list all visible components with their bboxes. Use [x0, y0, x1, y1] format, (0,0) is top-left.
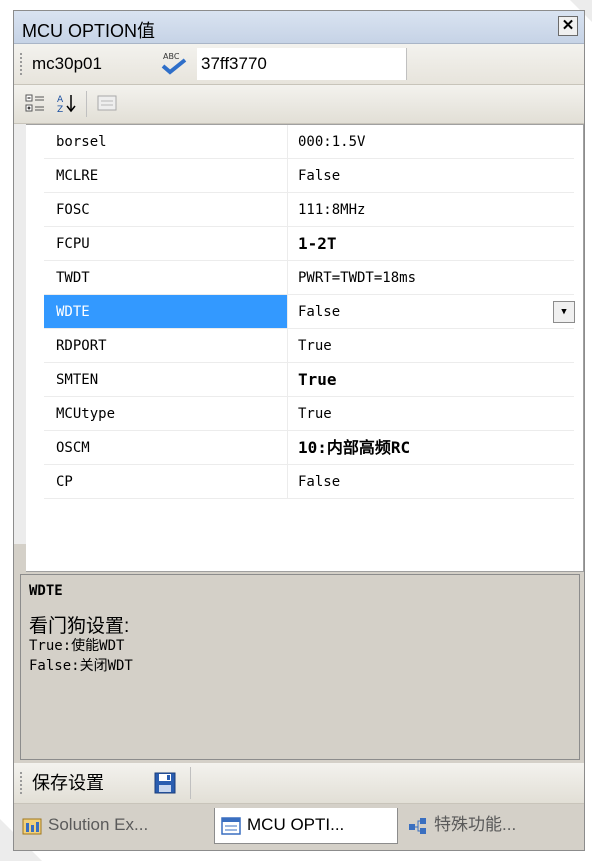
svg-text:Z: Z — [57, 105, 63, 114]
property-name[interactable]: MCUtype — [44, 397, 288, 431]
toolbar-separator — [190, 767, 191, 799]
property-value[interactable]: 1-2T — [288, 227, 574, 261]
save-toolbar: 保存设置 — [14, 763, 584, 804]
property-row[interactable]: MCLRE False — [26, 159, 574, 193]
property-row[interactable]: WDTE False ▼ — [26, 295, 575, 329]
tab-label: 特殊功能... — [434, 815, 517, 834]
property-name[interactable]: FOSC — [44, 193, 288, 227]
property-value[interactable]: True — [288, 397, 574, 431]
property-row[interactable]: FCPU 1-2T — [26, 227, 574, 261]
property-row[interactable]: CP False — [26, 465, 574, 499]
property-value[interactable]: True — [288, 363, 574, 397]
close-button[interactable]: ✕ — [558, 16, 578, 36]
property-row[interactable]: SMTEN True — [26, 363, 574, 397]
chip-model-label: mc30p01 — [32, 54, 102, 73]
property-value[interactable]: False ▼ — [288, 295, 575, 329]
property-value[interactable]: PWRT=TWDT=18ms — [288, 261, 574, 295]
svg-text:A: A — [57, 95, 64, 105]
tab-special-function[interactable]: 特殊功能... — [402, 808, 582, 844]
property-window-icon — [221, 817, 241, 835]
tab-solution-explorer[interactable]: Solution Ex... — [16, 808, 212, 844]
tab-strip: Solution Ex... MCU OPTI... 特殊功能... — [14, 804, 584, 850]
property-value[interactable]: 10:内部高频RC — [288, 431, 574, 465]
property-name[interactable]: borsel — [44, 125, 288, 159]
description-text: False:关闭WDT — [29, 658, 133, 674]
spellcheck-icon[interactable]: ABC — [159, 50, 189, 76]
chip-config-value[interactable]: 37ff3770 — [197, 48, 407, 80]
property-name[interactable]: OSCM — [44, 431, 288, 465]
property-value[interactable]: False — [288, 465, 574, 499]
toolbar-grip[interactable] — [20, 53, 22, 75]
description-text: 看门狗设置: — [29, 616, 130, 637]
property-name[interactable]: CP — [44, 465, 288, 499]
property-name[interactable]: RDPORT — [44, 329, 288, 363]
property-name[interactable]: MCLRE — [44, 159, 288, 193]
toolbar-grip[interactable] — [20, 772, 22, 794]
description-title: WDTE — [29, 583, 63, 599]
property-name[interactable]: TWDT — [44, 261, 288, 295]
property-row[interactable]: OSCM 10:内部高频RC — [26, 431, 574, 465]
property-row[interactable]: FOSC 111:8MHz — [26, 193, 574, 227]
property-row[interactable]: TWDT PWRT=TWDT=18ms — [26, 261, 574, 295]
property-row[interactable]: borsel 000:1.5V — [26, 125, 574, 159]
svg-text:ABC: ABC — [163, 52, 180, 61]
description-text: True:使能WDT — [29, 638, 125, 654]
property-value[interactable]: True — [288, 329, 574, 363]
categorized-icon[interactable] — [24, 92, 46, 114]
property-value[interactable]: 000:1.5V — [288, 125, 574, 159]
property-toolbar: A Z — [14, 85, 584, 124]
tab-mcu-option[interactable]: MCU OPTI... — [214, 808, 398, 844]
property-value[interactable]: 111:8MHz — [288, 193, 574, 227]
dropdown-arrow-icon[interactable]: ▼ — [553, 301, 575, 323]
property-name[interactable]: SMTEN — [44, 363, 288, 397]
floppy-disk-icon[interactable] — [154, 772, 176, 794]
tab-label: MCU OPTI... — [247, 815, 345, 834]
property-row[interactable]: RDPORT True — [26, 329, 574, 363]
chip-toolbar: mc30p01 ABC 37ff3770 — [14, 44, 584, 85]
mcu-option-panel: MCU OPTION值 ✕ mc30p01 ABC 37ff3770 A Z b… — [13, 10, 585, 851]
description-panel: WDTE 看门狗设置: True:使能WDT False:关闭WDT — [20, 574, 580, 760]
solution-explorer-icon — [22, 818, 42, 835]
alphabetical-sort-icon[interactable]: A Z — [56, 92, 78, 114]
panel-titlebar[interactable]: MCU OPTION值 ✕ — [14, 11, 584, 44]
property-name[interactable]: WDTE — [44, 295, 288, 329]
property-row[interactable]: MCUtype True — [26, 397, 574, 431]
save-settings-button[interactable]: 保存设置 — [32, 769, 104, 797]
property-name[interactable]: FCPU — [44, 227, 288, 261]
toolbar-separator — [86, 91, 87, 117]
panel-title: MCU OPTION值 — [22, 21, 155, 41]
tab-label: Solution Ex... — [48, 815, 149, 834]
property-pages-icon[interactable] — [96, 92, 118, 114]
special-function-icon — [409, 818, 426, 834]
property-value[interactable]: False — [288, 159, 574, 193]
